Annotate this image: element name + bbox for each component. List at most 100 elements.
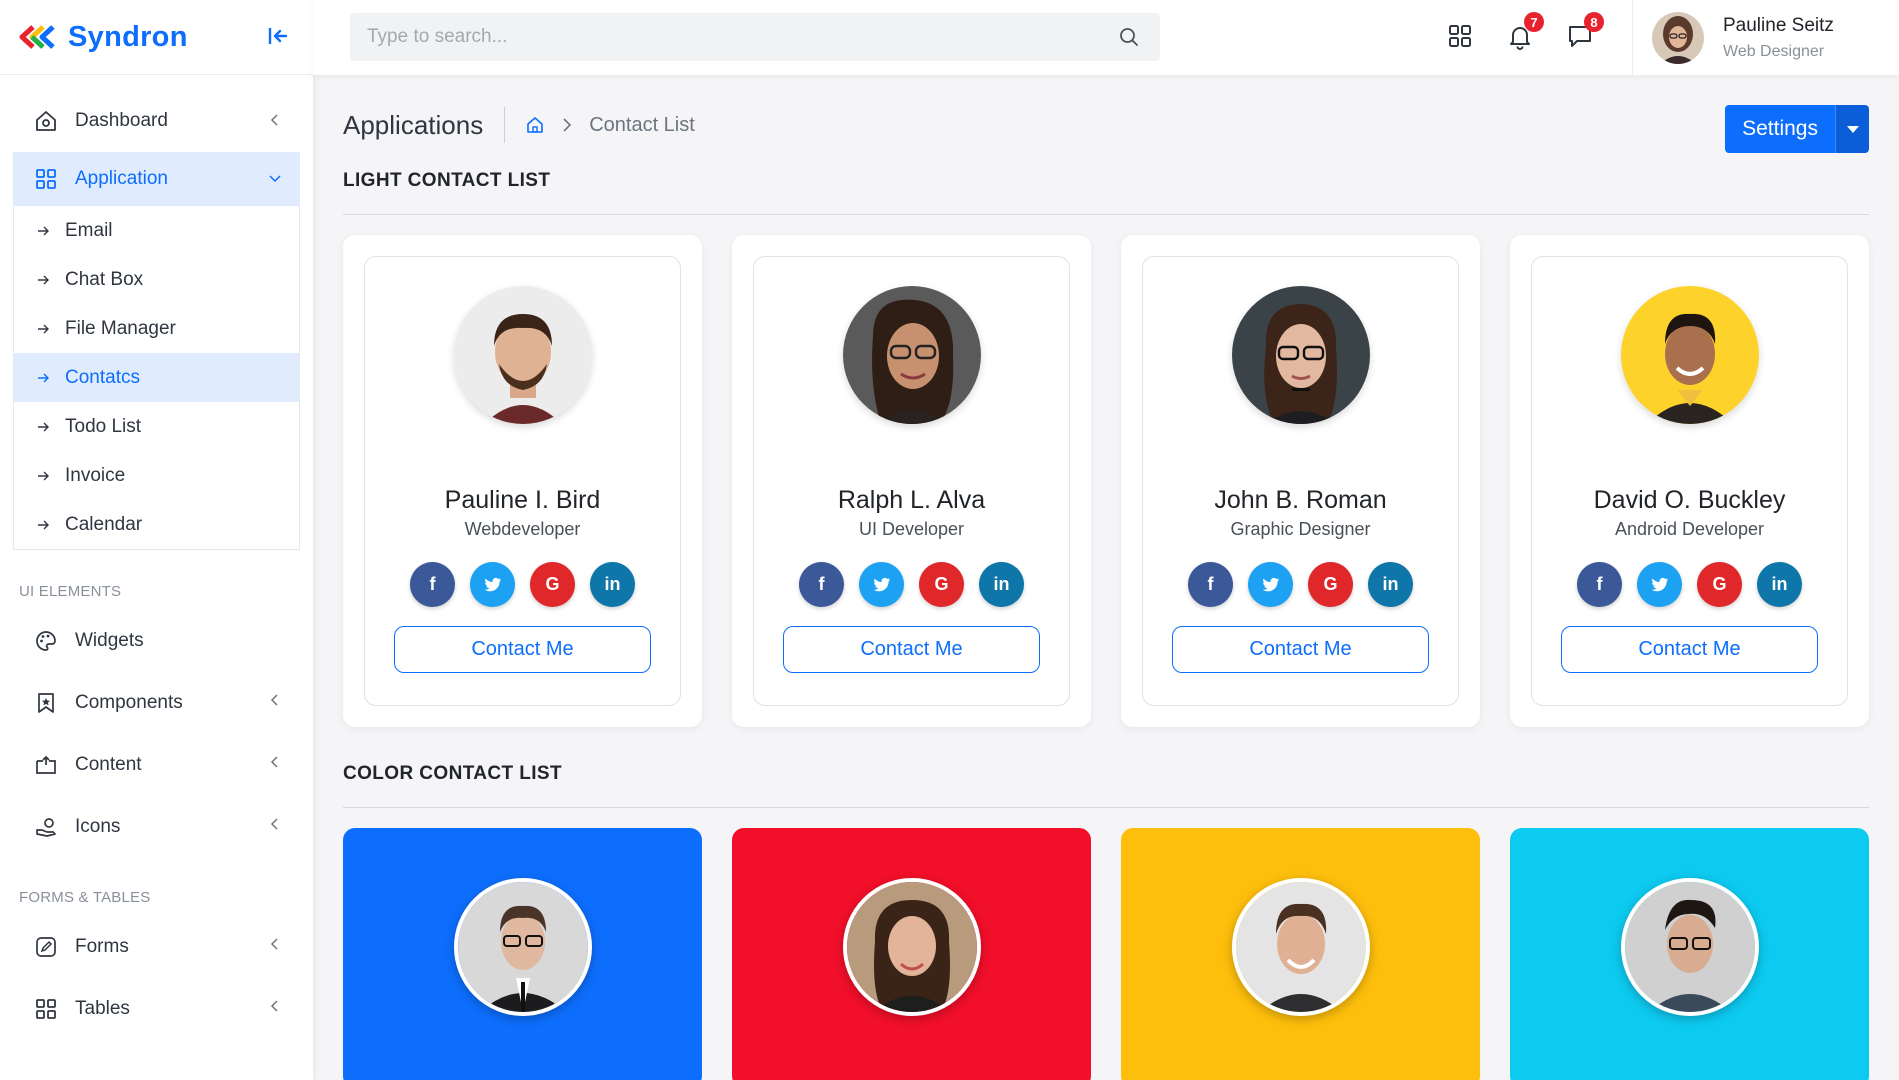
submenu-item-calendar[interactable]: Calendar [14,500,299,549]
facebook-icon[interactable]: f [1577,562,1622,607]
contact-avatar [453,286,592,424]
contact-role: Android Developer [1614,519,1765,539]
chevron-right-icon [563,118,572,132]
brand[interactable]: Syndron [0,0,313,75]
submenu-item-chat-box[interactable]: Chat Box [14,255,299,304]
arrow-right-icon [38,520,49,529]
sidebar-item-application[interactable]: Application [13,152,300,206]
home-icon[interactable] [525,115,545,135]
notification-badge: 7 [1524,12,1544,32]
facebook-icon[interactable]: f [410,562,455,607]
arrow-right-icon [38,422,49,431]
submenu-item-file-manager[interactable]: File Manager [14,304,299,353]
contact-role: Graphic Designer [1230,519,1371,539]
social-links: f G in [365,562,680,607]
arrow-right-icon [38,226,49,235]
sidebar-item-label: Application [75,168,168,189]
chevron-left-icon [270,756,278,768]
social-links: f G in [1143,562,1458,607]
edit-icon [33,934,59,960]
breadcrumb: Applications Contact List Settings [343,75,1869,175]
twitter-icon[interactable] [1248,562,1293,607]
repeat-icon [33,752,59,778]
user-menu[interactable]: Pauline Seitz Web Designer [1652,0,1834,75]
settings-dropdown-toggle[interactable] [1835,105,1869,153]
sidebar-item-content[interactable]: Content [13,736,300,794]
contact-avatar [453,878,592,1016]
donate-icon [33,814,59,840]
application-submenu: Email Chat Box File Manager Contatcs Tod… [13,206,300,550]
contact-me-button[interactable]: Contact Me [1561,626,1818,673]
settings-button[interactable]: Settings [1725,105,1835,153]
logo-icon [19,25,55,49]
brand-name: Syndron [68,20,188,53]
contact-avatar [842,878,981,1016]
sidebar-item-components[interactable]: Components [13,674,300,732]
contact-card: John B. Roman Graphic Designer f G in Co… [1121,235,1480,727]
arrow-right-icon [38,471,49,480]
linkedin-icon[interactable]: in [590,562,635,607]
contact-role: Webdeveloper [464,519,581,539]
section-label-ui-elements: UI ELEMENTS [19,583,122,600]
social-links: f G in [1532,562,1847,607]
twitter-icon[interactable] [859,562,904,607]
collapse-sidebar-icon[interactable] [266,24,290,48]
contact-avatar [1620,286,1759,424]
search-box [350,13,1160,61]
twitter-icon[interactable] [470,562,515,607]
section-label-forms-tables: FORMS & TABLES [19,889,151,906]
home-icon [33,108,59,134]
chevron-left-icon [270,818,278,830]
submenu-label: Calendar [65,513,143,535]
sidebar-item-label: Components [75,692,183,713]
sidebar-item-label: Forms [75,936,129,957]
submenu-label: Chat Box [65,268,144,290]
settings-button-group: Settings [1725,105,1869,153]
notifications-bell[interactable]: 7 [1506,12,1544,50]
sidebar-item-label: Icons [75,816,121,837]
user-name: Pauline Seitz [1723,14,1834,36]
linkedin-icon[interactable]: in [1757,562,1802,607]
search-icon[interactable] [1118,26,1140,48]
message-badge: 8 [1584,12,1604,32]
sidebar-item-tables[interactable]: Tables [13,980,300,1038]
chevron-left-icon [270,1000,278,1012]
contact-me-button[interactable]: Contact Me [1172,626,1429,673]
grid-icon [33,166,59,192]
contact-card: David O. Buckley Android Developer f G i… [1510,235,1869,727]
submenu-label: Contatcs [65,366,140,388]
google-icon[interactable]: G [1308,562,1353,607]
google-icon[interactable]: G [530,562,575,607]
search-input[interactable] [350,26,1090,48]
sidebar-item-widgets[interactable]: Widgets [13,612,300,670]
twitter-icon[interactable] [1637,562,1682,607]
google-icon[interactable]: G [919,562,964,607]
messages-button[interactable]: 8 [1566,12,1604,50]
submenu-item-email[interactable]: Email [14,206,299,255]
breadcrumb-current: Contact List [589,113,695,136]
sidebar-item-icons[interactable]: Icons [13,798,300,856]
contact-avatar [842,286,981,424]
page-title: Applications [343,109,484,140]
google-icon[interactable]: G [1697,562,1742,607]
submenu-item-todo-list[interactable]: Todo List [14,402,299,451]
apps-icon[interactable] [1446,22,1474,50]
linkedin-icon[interactable]: in [979,562,1024,607]
topbar-divider [1632,0,1633,75]
facebook-icon[interactable]: f [799,562,844,607]
sidebar-nav: Dashboard Application Email Chat Box Fil… [0,75,313,1038]
submenu-item-invoice[interactable]: Invoice [14,451,299,500]
contact-role: UI Developer [858,519,965,539]
color-contact-card [1510,828,1869,1080]
contact-me-button[interactable]: Contact Me [783,626,1040,673]
facebook-icon[interactable]: f [1188,562,1233,607]
avatar [1652,11,1704,64]
sidebar-item-forms[interactable]: Forms [13,918,300,976]
linkedin-icon[interactable]: in [1368,562,1413,607]
chevron-down-icon [269,175,281,183]
contact-me-button[interactable]: Contact Me [394,626,651,673]
sidebar-item-dashboard[interactable]: Dashboard [13,94,300,148]
submenu-item-contacts[interactable]: Contatcs [14,353,299,402]
topbar: 7 8 Pauline Seitz Web Designer [313,0,1899,75]
social-links: f G in [754,562,1069,607]
